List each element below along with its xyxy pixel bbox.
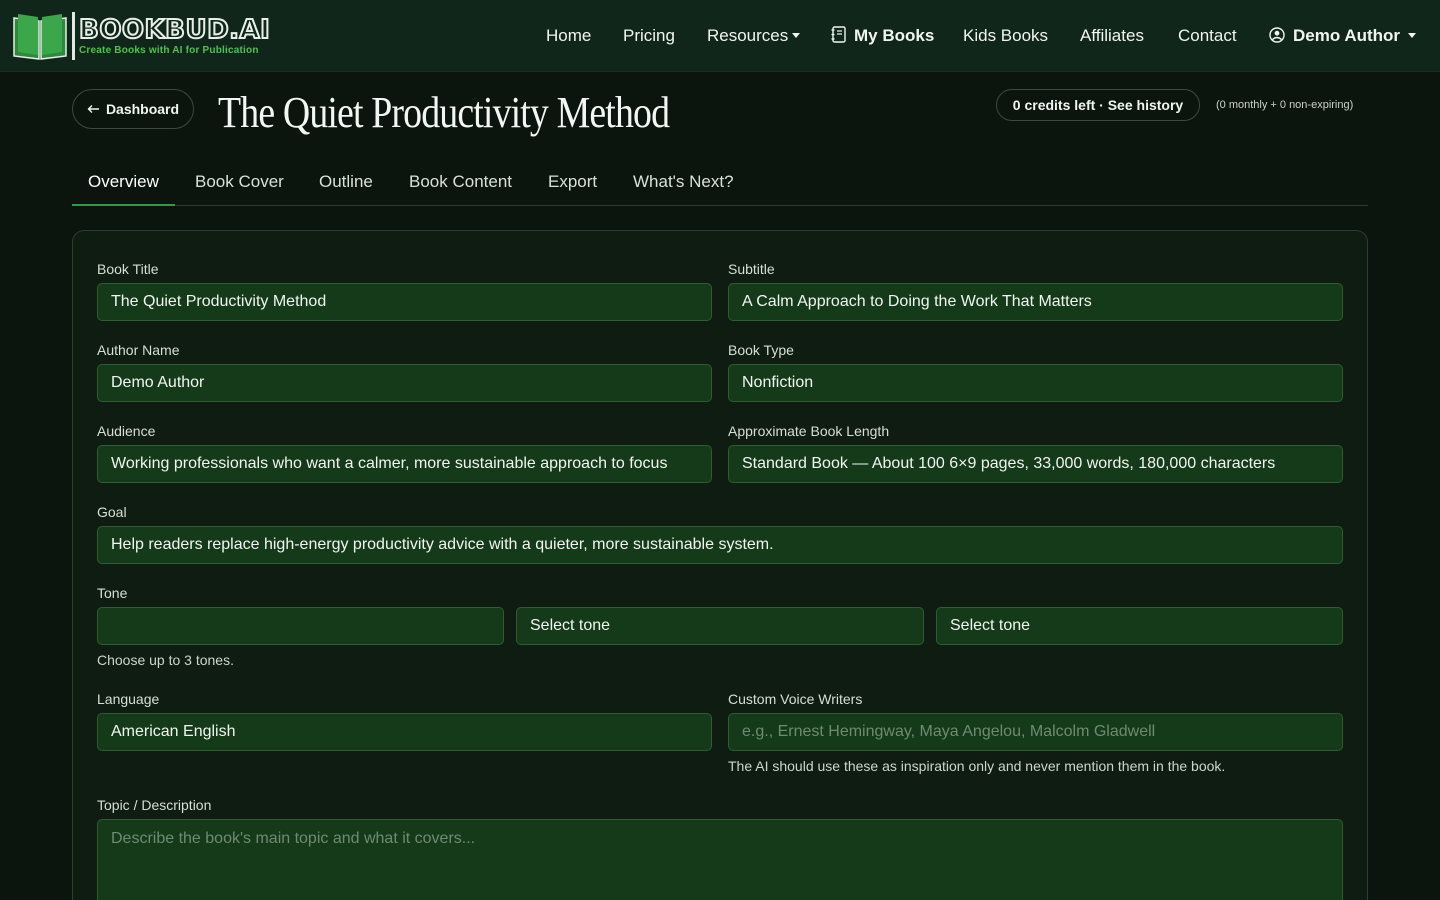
goal-input[interactable]: Help readers replace high-energy product…: [97, 526, 1343, 564]
book-title-input[interactable]: The Quiet Productivity Method: [97, 283, 712, 321]
nav-home[interactable]: Home: [546, 25, 591, 47]
page-title: The Quiet Productivity Method: [218, 88, 670, 137]
tone-select-3[interactable]: Select tone: [936, 607, 1343, 645]
book-length-label: Approximate Book Length: [728, 423, 890, 439]
subtitle-input[interactable]: A Calm Approach to Doing the Work That M…: [728, 283, 1343, 321]
overview-form-card: Book Title The Quiet Productivity Method…: [72, 230, 1368, 900]
audience-input[interactable]: Working professionals who want a calmer,…: [97, 445, 712, 483]
credits-breakdown: (0 monthly + 0 non-expiring): [1216, 99, 1354, 111]
navbar: BOOKBUD.AI Create Books with AI for Publ…: [0, 0, 1440, 72]
book-type-select[interactable]: Nonfiction: [728, 364, 1343, 402]
brand-name: BOOKBUD.AI: [78, 14, 271, 46]
tab-whats-next[interactable]: What's Next?: [617, 160, 750, 206]
book-logo-icon: [13, 14, 67, 60]
nav-user-name: Demo Author: [1293, 26, 1401, 45]
brand-divider: [72, 12, 75, 60]
subtitle-label: Subtitle: [728, 261, 775, 277]
credits-history-button[interactable]: 0 credits left · See history: [996, 89, 1200, 121]
tone-select-1[interactable]: [97, 607, 504, 645]
audience-label: Audience: [97, 423, 156, 439]
topic-label: Topic / Description: [97, 797, 212, 813]
back-button-label: Dashboard: [105, 101, 180, 117]
nav-user-menu[interactable]: Demo Author: [1269, 25, 1417, 47]
topic-textarea[interactable]: Describe the book's main topic and what …: [97, 819, 1343, 900]
chevron-down-icon: [1408, 33, 1417, 38]
language-select[interactable]: American English: [97, 713, 712, 751]
user-circle-icon: [1269, 27, 1285, 43]
custom-voice-input[interactable]: e.g., Ernest Hemingway, Maya Angelou, Ma…: [728, 713, 1343, 751]
custom-voice-label: Custom Voice Writers: [728, 691, 863, 707]
tone-label: Tone: [97, 585, 128, 601]
nav-resources-label: Resources: [707, 26, 789, 45]
nav-my-books-label: My Books: [854, 26, 935, 45]
tab-outline[interactable]: Outline: [303, 160, 389, 206]
tab-overview[interactable]: Overview: [72, 160, 175, 206]
custom-voice-help-text: The AI should use these as inspiration o…: [728, 758, 1226, 774]
nav-contact[interactable]: Contact: [1178, 25, 1237, 47]
book-length-select[interactable]: Standard Book — About 100 6×9 pages, 33,…: [728, 445, 1343, 483]
book-title-label: Book Title: [97, 261, 159, 277]
language-label: Language: [97, 691, 160, 707]
nav-kids-books[interactable]: Kids Books: [963, 25, 1048, 47]
nav-pricing[interactable]: Pricing: [623, 25, 675, 47]
author-name-label: Author Name: [97, 342, 180, 358]
author-name-input[interactable]: Demo Author: [97, 364, 712, 402]
back-to-dashboard-button[interactable]: Dashboard: [72, 89, 194, 129]
book-tabs: Overview Book Cover Outline Book Content…: [72, 160, 1368, 206]
tone-help-text: Choose up to 3 tones.: [97, 652, 234, 668]
tab-book-content[interactable]: Book Content: [393, 160, 528, 206]
tab-book-cover[interactable]: Book Cover: [179, 160, 300, 206]
brand[interactable]: BOOKBUD.AI Create Books with AI for Publ…: [12, 11, 271, 61]
journal-icon: [831, 26, 846, 43]
nav-affiliates[interactable]: Affiliates: [1080, 25, 1144, 47]
tone-select-2[interactable]: Select tone: [516, 607, 924, 645]
brand-tagline: Create Books with AI for Publication: [79, 45, 259, 56]
goal-label: Goal: [97, 504, 127, 520]
nav-my-books[interactable]: My Books: [831, 25, 934, 47]
book-type-label: Book Type: [728, 342, 794, 358]
nav-resources[interactable]: Resources: [707, 25, 801, 47]
tab-export[interactable]: Export: [532, 160, 613, 206]
arrow-left-icon: [87, 105, 99, 113]
chevron-down-icon: [792, 33, 801, 38]
